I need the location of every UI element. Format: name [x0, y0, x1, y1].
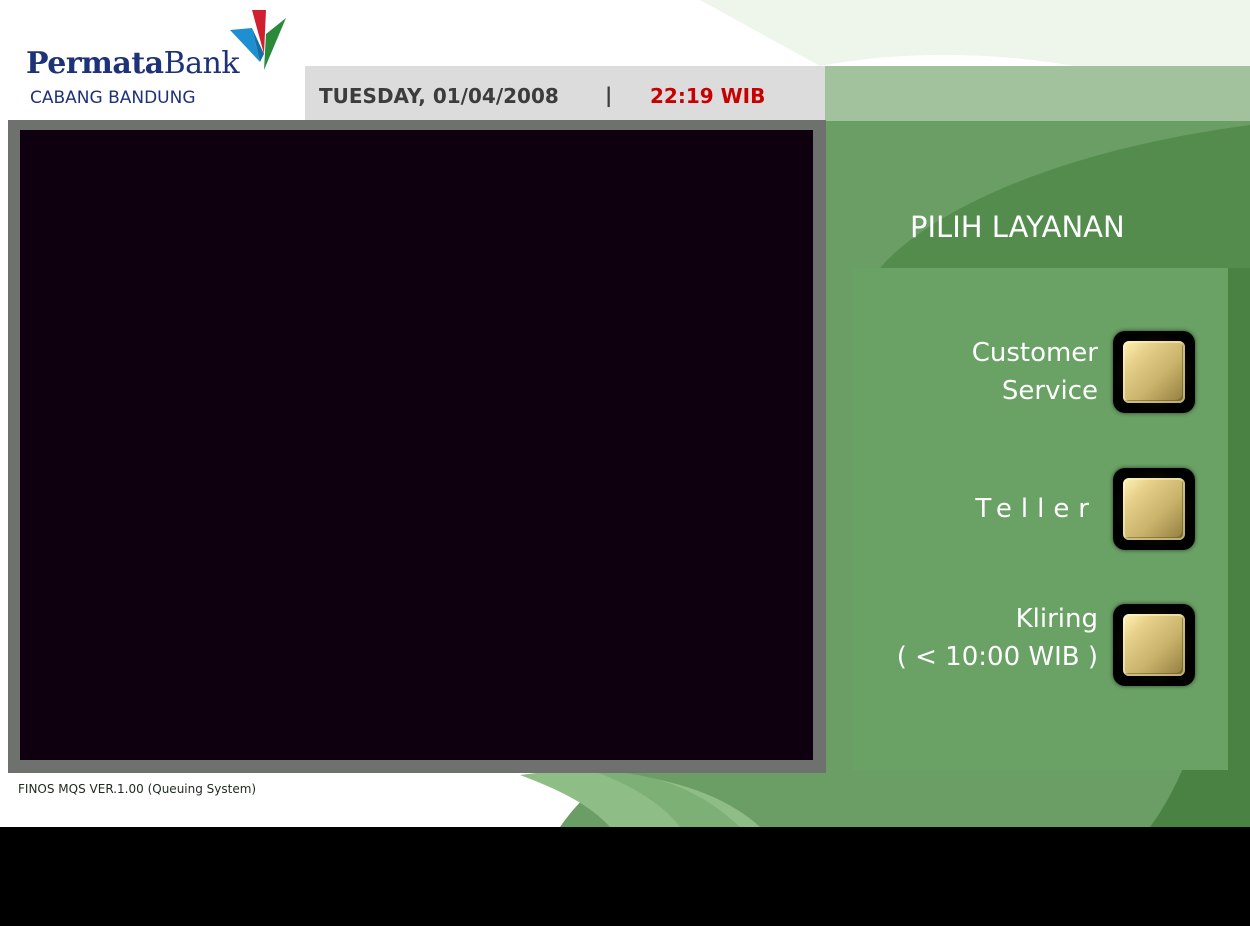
brand-name-bold: Permata — [26, 46, 164, 81]
bottom-bar — [0, 827, 1250, 926]
current-time: 22:19 WIB — [650, 84, 766, 108]
kliring-button-face — [1123, 614, 1185, 676]
teller-label: Teller — [975, 494, 1098, 524]
teller-button[interactable] — [1113, 468, 1195, 550]
permata-bank-logo: PermataBank CABANG BANDUNG — [26, 8, 296, 118]
teller-option[interactable]: Teller — [853, 468, 1228, 558]
display-screen — [20, 130, 813, 760]
service-title: PILIH LAYANAN — [910, 210, 1125, 244]
kliring-button[interactable] — [1113, 604, 1195, 686]
teller-button-face — [1123, 478, 1185, 540]
kiosk-screen: PermataBank CABANG BANDUNG TUESDAY, 01/0… — [0, 0, 1250, 926]
kliring-label: Kliring ( < 10:00 WIB ) — [897, 600, 1098, 676]
kliring-option[interactable]: Kliring ( < 10:00 WIB ) — [853, 600, 1228, 688]
service-panel: Customer Service Teller Kliring ( < 10:0… — [853, 268, 1228, 770]
display-frame — [8, 120, 826, 773]
current-date: TUESDAY, 01/04/2008 — [319, 84, 559, 108]
brand-name: PermataBank — [26, 46, 240, 81]
kliring-label-line2: ( < 10:00 WIB ) — [896, 642, 1098, 672]
date-time-separator: | — [605, 83, 613, 107]
kliring-label-line1: Kliring — [1015, 604, 1098, 634]
customer-service-label-line2: Service — [1001, 376, 1098, 406]
customer-service-label: Customer Service — [972, 334, 1098, 410]
branch-name: CABANG BANDUNG — [30, 88, 196, 108]
brand-name-regular: Bank — [163, 46, 240, 81]
customer-service-button-face — [1123, 341, 1185, 403]
date-time-bar: TUESDAY, 01/04/2008 | 22:19 WIB — [305, 66, 825, 121]
customer-service-label-line1: Customer — [971, 338, 1098, 368]
customer-service-option[interactable]: Customer Service — [853, 331, 1228, 422]
customer-service-button[interactable] — [1113, 331, 1195, 413]
version-label: FINOS MQS VER.1.00 (Queuing System) — [18, 782, 257, 796]
